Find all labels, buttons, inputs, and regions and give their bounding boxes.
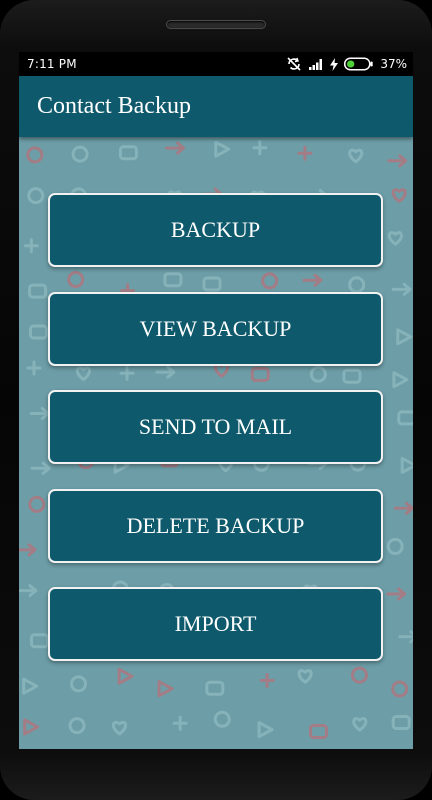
background-doodle — [350, 666, 368, 684]
background-doodle — [250, 366, 270, 382]
background-doodle — [348, 148, 364, 164]
backup-button[interactable]: BACKUP — [48, 193, 383, 267]
background-doodle — [398, 630, 413, 644]
background-doodle — [342, 368, 362, 384]
background-doodle — [205, 680, 225, 696]
background-doodle — [391, 282, 412, 296]
background-doodle — [252, 140, 268, 156]
signal-icon — [308, 58, 324, 70]
background-doodle — [257, 721, 274, 739]
view-backup-button[interactable]: VIEW BACKUP — [48, 292, 383, 366]
background-doodle — [214, 363, 230, 378]
background-doodle — [68, 717, 86, 735]
background-doodle — [386, 537, 404, 555]
background-doodle — [27, 187, 45, 205]
background-doodle — [28, 495, 46, 513]
status-bar: 7:11 PM 37% — [19, 52, 413, 76]
background-doodle — [309, 365, 327, 383]
background-doodle — [165, 141, 186, 155]
background-doodle — [352, 717, 368, 732]
background-doodle — [393, 501, 413, 515]
background-doodle — [155, 365, 176, 379]
background-doodle — [70, 675, 88, 693]
background-doodle — [387, 231, 403, 246]
background-doodle — [391, 680, 409, 698]
background-doodle — [29, 633, 49, 649]
status-icons: 37% — [286, 57, 407, 71]
background-doodle — [202, 276, 222, 292]
delete-backup-button[interactable]: DELETE BACKUP — [48, 489, 383, 563]
background-doodle — [348, 276, 366, 294]
send-to-mail-button[interactable]: SEND TO MAIL — [48, 390, 383, 464]
background-doodle — [67, 271, 85, 289]
background-doodle — [71, 145, 89, 163]
background-doodle — [119, 365, 135, 381]
background-doodle — [391, 188, 407, 203]
earpiece-speaker — [166, 20, 266, 29]
background-doodle — [391, 714, 411, 730]
background-doodle — [396, 328, 413, 346]
background-doodle — [392, 371, 409, 389]
background-doodle — [400, 456, 413, 474]
background-doodle — [397, 410, 413, 426]
background-doodle — [19, 543, 37, 557]
background-doodle — [23, 238, 39, 254]
background-doodle — [302, 273, 323, 287]
background-doodle — [297, 669, 313, 684]
background-doodle — [111, 720, 127, 736]
app-title: Contact Backup — [37, 93, 191, 119]
background-doodle — [259, 673, 275, 689]
background-doodle — [261, 272, 279, 290]
background-doodle — [28, 324, 48, 340]
background-doodle — [172, 715, 188, 731]
background-doodle — [30, 461, 51, 475]
background-doodle — [28, 283, 48, 299]
battery-percent: 37% — [380, 57, 407, 71]
charging-bolt-icon — [330, 57, 339, 71]
background-doodle — [213, 710, 231, 728]
background-doodle — [118, 145, 138, 161]
main-content: BACKUP VIEW BACKUP SEND TO MAIL DELETE B… — [19, 137, 413, 749]
background-doodle — [308, 724, 328, 740]
background-doodle — [22, 677, 39, 695]
screen: 7:11 PM 37% Contact Backup BACKUP VIEW B… — [19, 52, 413, 749]
background-doodle — [26, 146, 44, 164]
background-doodle — [214, 140, 231, 158]
status-time: 7:11 PM — [27, 57, 77, 71]
import-button[interactable]: IMPORT — [48, 587, 383, 661]
app-bar: Contact Backup — [19, 76, 413, 137]
sync-disabled-icon — [286, 57, 302, 71]
background-doodle — [386, 587, 407, 601]
phone-frame: 7:11 PM 37% Contact Backup BACKUP VIEW B… — [0, 0, 432, 800]
background-doodle — [26, 360, 42, 376]
background-doodle — [117, 667, 134, 685]
background-doodle — [23, 718, 40, 736]
background-doodle — [163, 272, 183, 288]
background-doodle — [387, 154, 408, 168]
battery-icon — [344, 57, 374, 71]
background-doodle — [157, 680, 174, 698]
background-doodle — [75, 366, 91, 381]
background-doodle — [29, 406, 50, 420]
background-doodle — [19, 584, 38, 598]
background-doodle — [297, 145, 313, 161]
